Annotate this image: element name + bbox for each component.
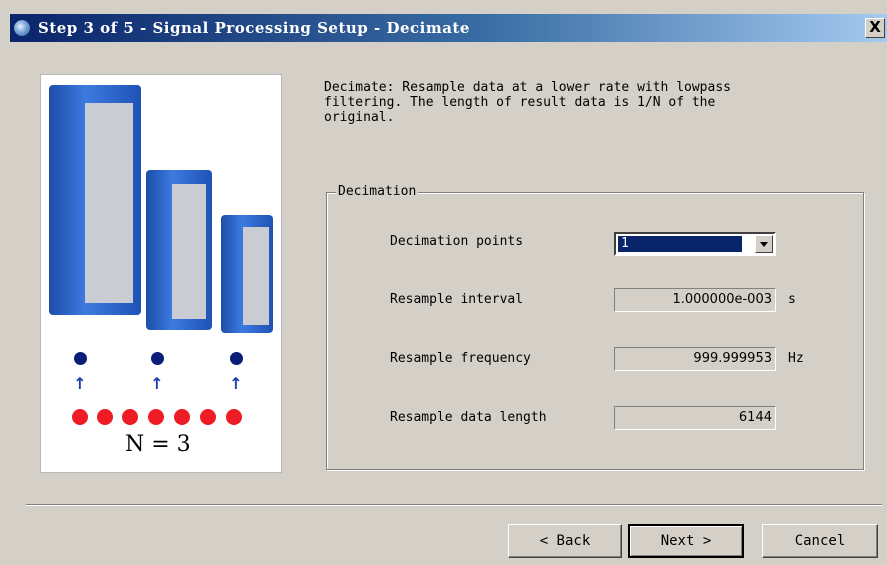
decimation-factor-caption: N = 3 <box>125 432 191 457</box>
sample-dot <box>148 409 164 425</box>
arrow-up-icon: ↑ <box>73 374 87 393</box>
cancel-button[interactable]: Cancel <box>762 524 878 558</box>
separator <box>26 504 882 506</box>
app-globe-icon <box>14 20 30 36</box>
arrow-up-icon: ↑ <box>150 374 164 393</box>
device-image-large <box>49 85 141 315</box>
sample-dot <box>122 409 138 425</box>
decimation-points-label: Decimation points <box>390 234 524 249</box>
resample-frequency-unit: Hz <box>788 351 804 366</box>
device-image-medium <box>146 170 212 330</box>
window-title: Step 3 of 5 - Signal Processing Setup - … <box>38 19 470 37</box>
resample-length-field: 6144 <box>614 406 776 430</box>
resample-interval-unit: s <box>788 292 796 307</box>
illustration-panel: ↑ ↑ ↑ N = 3 <box>40 74 282 473</box>
resample-length-label: Resample data length <box>390 410 547 425</box>
resample-interval-label: Resample interval <box>390 292 524 307</box>
kept-sample-dot <box>151 352 164 365</box>
chevron-down-icon <box>760 242 768 247</box>
kept-sample-dot <box>230 352 243 365</box>
resample-frequency-field: 999.999953 <box>614 347 776 371</box>
resample-frequency-label: Resample frequency <box>390 351 531 366</box>
device-image-small <box>221 215 273 333</box>
decimation-points-value[interactable]: 1 <box>618 236 742 252</box>
decimation-points-select[interactable]: 1 <box>614 232 776 256</box>
sample-dot <box>200 409 216 425</box>
close-button[interactable]: X <box>865 18 885 38</box>
kept-sample-dot <box>74 352 87 365</box>
wizard-content: ↑ ↑ ↑ N = 3 Decimate: Resample data at a… <box>10 42 887 565</box>
arrow-up-icon: ↑ <box>229 374 243 393</box>
title-bar[interactable]: Step 3 of 5 - Signal Processing Setup - … <box>10 14 887 42</box>
decimation-group-label: Decimation <box>336 184 419 199</box>
wizard-window: Step 3 of 5 - Signal Processing Setup - … <box>0 0 887 565</box>
sample-dot <box>72 409 88 425</box>
sample-dot <box>226 409 242 425</box>
sample-dot <box>174 409 190 425</box>
next-button[interactable]: Next > <box>628 524 744 558</box>
sample-dot <box>97 409 113 425</box>
back-button[interactable]: < Back <box>508 524 622 558</box>
resample-interval-field: 1.000000e-003 <box>614 288 776 312</box>
step-description: Decimate: Resample data at a lower rate … <box>324 80 731 125</box>
dropdown-button[interactable] <box>755 235 773 253</box>
